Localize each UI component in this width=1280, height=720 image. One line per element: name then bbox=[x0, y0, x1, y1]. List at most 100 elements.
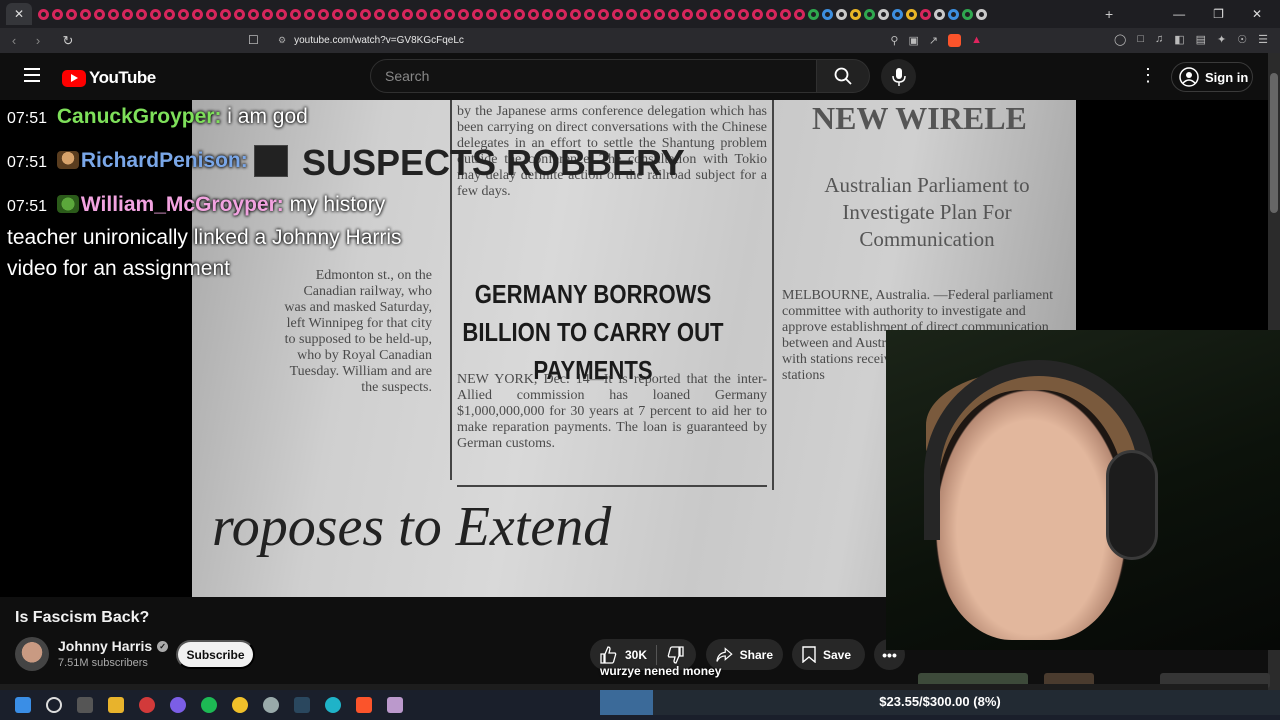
browser-tab-favicon[interactable] bbox=[724, 8, 735, 20]
minimize-button[interactable]: — bbox=[1173, 7, 1185, 21]
browser-tab-favicon[interactable] bbox=[850, 8, 861, 20]
chrome-icon[interactable] bbox=[232, 697, 248, 713]
browser-tab-favicon[interactable] bbox=[766, 8, 777, 20]
hamburger-menu-icon[interactable] bbox=[24, 68, 40, 82]
back-icon[interactable]: ‹ bbox=[4, 33, 24, 48]
youtube-logo[interactable]: YouTube bbox=[62, 68, 156, 88]
browser-tab-favicon[interactable] bbox=[710, 8, 721, 20]
url-bar[interactable]: ⚙ youtube.com/watch?v=GV8KGcFqeLc ⚲ ▣ ↗ … bbox=[270, 31, 990, 50]
browser-tab-favicon[interactable] bbox=[640, 8, 651, 20]
cast-icon[interactable]: ▣ bbox=[908, 34, 918, 47]
sidebar-icon[interactable]: ◧ bbox=[1174, 33, 1184, 46]
app-icon[interactable] bbox=[387, 697, 403, 713]
browser-tab-favicon[interactable] bbox=[458, 8, 469, 20]
site-info-icon[interactable]: ⚙ bbox=[278, 35, 286, 46]
browser-tab-favicon[interactable] bbox=[318, 8, 329, 20]
share-page-icon[interactable]: ↗ bbox=[929, 34, 938, 47]
browser-tab-favicon[interactable] bbox=[738, 8, 749, 20]
browser-tab-favicon[interactable] bbox=[360, 8, 371, 20]
browser-tab-favicon[interactable] bbox=[780, 8, 791, 20]
browser-tab-favicon[interactable] bbox=[556, 8, 567, 20]
browser-tab-favicon[interactable] bbox=[976, 8, 987, 20]
menu-icon[interactable]: ☰ bbox=[1258, 33, 1268, 46]
browser-tab-favicon[interactable] bbox=[598, 8, 609, 20]
brave-rewards-icon[interactable]: ▲ bbox=[971, 34, 982, 47]
browser-tab-favicon[interactable] bbox=[542, 8, 553, 20]
browser-tab-favicon[interactable] bbox=[584, 8, 595, 20]
media-icon[interactable]: ♫ bbox=[1155, 33, 1163, 46]
channel-name-row[interactable]: Johnny Harris ✓ bbox=[58, 638, 169, 654]
browser-tab-favicon[interactable] bbox=[836, 8, 847, 20]
file-explorer-icon[interactable] bbox=[108, 697, 124, 713]
browser-tab-favicon[interactable] bbox=[752, 8, 763, 20]
browser-tab-favicon[interactable] bbox=[906, 8, 917, 20]
new-tab-button[interactable]: + bbox=[1105, 6, 1113, 22]
task-view-icon[interactable] bbox=[77, 697, 93, 713]
browser-tab-favicon[interactable] bbox=[948, 8, 959, 20]
browser-tab-favicon[interactable] bbox=[290, 8, 301, 20]
taskbar-search-icon[interactable] bbox=[46, 697, 62, 713]
browser-tab-favicon[interactable] bbox=[66, 8, 77, 20]
reload-icon[interactable]: ↻ bbox=[58, 33, 78, 49]
browser-tab-favicon[interactable] bbox=[108, 8, 119, 20]
vpn-icon[interactable]: ☉ bbox=[1237, 33, 1247, 46]
browser-tab-favicon[interactable] bbox=[486, 8, 497, 20]
browser-tab-favicon[interactable] bbox=[416, 8, 427, 20]
brave-shields-icon[interactable] bbox=[948, 34, 962, 47]
scrollbar-thumb[interactable] bbox=[1270, 73, 1278, 213]
close-window-button[interactable]: ✕ bbox=[1252, 7, 1262, 21]
active-tab[interactable]: ✕ bbox=[6, 3, 32, 25]
browser-tab-favicon[interactable] bbox=[220, 8, 231, 20]
browser-tab-favicon[interactable] bbox=[822, 8, 833, 20]
browser-tab-favicon[interactable] bbox=[626, 8, 637, 20]
windows-start-icon[interactable] bbox=[15, 697, 31, 713]
browser-tab-favicon[interactable] bbox=[920, 8, 931, 20]
wallet-icon[interactable]: ▤ bbox=[1196, 33, 1206, 46]
search-button[interactable] bbox=[816, 59, 870, 93]
browser-tab-favicon[interactable] bbox=[346, 8, 357, 20]
browser-tab-favicon[interactable] bbox=[262, 8, 273, 20]
discord-icon[interactable] bbox=[170, 697, 186, 713]
browser-tab-favicon[interactable] bbox=[892, 8, 903, 20]
browser-tab-favicon[interactable] bbox=[528, 8, 539, 20]
browser-tab-favicon[interactable] bbox=[304, 8, 315, 20]
browser-tab-favicon[interactable] bbox=[206, 8, 217, 20]
subscribe-button[interactable]: Subscribe bbox=[176, 640, 255, 669]
browser-tab-favicon[interactable] bbox=[962, 8, 973, 20]
browser-tab-favicon[interactable] bbox=[38, 8, 49, 20]
url-text[interactable]: youtube.com/watch?v=GV8KGcFqeLc bbox=[294, 35, 464, 46]
zoom-icon[interactable]: ⚲ bbox=[890, 34, 898, 47]
browser-tab-favicon[interactable] bbox=[150, 8, 161, 20]
browser-tab-favicon[interactable] bbox=[514, 8, 525, 20]
browser-tab-favicon[interactable] bbox=[612, 8, 623, 20]
browser-tab-favicon[interactable] bbox=[388, 8, 399, 20]
browser-tab-favicon[interactable] bbox=[668, 8, 679, 20]
brave-browser-icon[interactable] bbox=[356, 697, 372, 713]
app-icon[interactable] bbox=[263, 697, 279, 713]
browser-tab-favicon[interactable] bbox=[402, 8, 413, 20]
channel-name[interactable]: Johnny Harris bbox=[58, 638, 152, 654]
browser-tab-favicon[interactable] bbox=[682, 8, 693, 20]
browser-tab-favicon[interactable] bbox=[570, 8, 581, 20]
browser-tab-favicon[interactable] bbox=[248, 8, 259, 20]
sign-in-button[interactable]: Sign in bbox=[1171, 62, 1253, 92]
browser-tab-favicon[interactable] bbox=[444, 8, 455, 20]
browser-tab-favicon[interactable] bbox=[374, 8, 385, 20]
browser-tab-favicon[interactable] bbox=[472, 8, 483, 20]
browser-tab-favicon[interactable] bbox=[934, 8, 945, 20]
browser-tab-favicon[interactable] bbox=[276, 8, 287, 20]
browser-tab-favicon[interactable] bbox=[654, 8, 665, 20]
browser-tab-favicon[interactable] bbox=[94, 8, 105, 20]
browser-tab-favicon[interactable] bbox=[864, 8, 875, 20]
browser-tab-favicon[interactable] bbox=[136, 8, 147, 20]
settings-more-icon[interactable]: ⋮ bbox=[1138, 66, 1158, 84]
extension-icon[interactable]: ◯ bbox=[1114, 33, 1126, 46]
search-input[interactable] bbox=[370, 59, 817, 93]
voice-search-button[interactable] bbox=[881, 59, 916, 94]
spotify-icon[interactable] bbox=[201, 697, 217, 713]
browser-tab-favicon[interactable] bbox=[234, 8, 245, 20]
forward-icon[interactable]: › bbox=[28, 33, 48, 48]
browser-tab-favicon[interactable] bbox=[808, 8, 819, 20]
dislike-button[interactable] bbox=[657, 645, 695, 664]
maximize-button[interactable]: ❐ bbox=[1213, 7, 1224, 21]
